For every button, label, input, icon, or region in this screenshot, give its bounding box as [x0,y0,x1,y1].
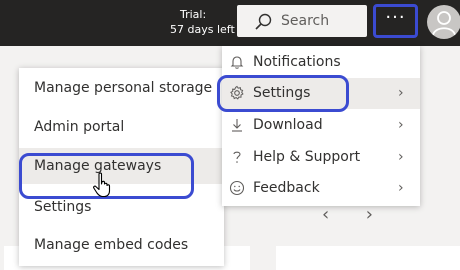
content-card[interactable] [276,246,460,270]
person-icon [432,11,456,36]
hand-cursor-icon [93,172,111,198]
question-icon [233,151,241,163]
download-icon [232,119,242,132]
menu-item-settings[interactable]: Settings › [222,78,420,109]
menu-item-download[interactable]: Download › [222,110,420,141]
menu-item-label: Manage personal storage [34,80,213,96]
trial-status[interactable]: Trial: 57 days left [170,7,235,37]
menu-item-label: Admin portal [34,119,125,135]
previous-arrow-icon[interactable]: ‹ [322,204,360,225]
menu-item-manage-embed-codes[interactable]: Manage embed codes [19,227,224,263]
search-icon [255,13,272,30]
menu-item-label: Settings [253,85,311,101]
top-bar: Trial: 57 days left Search ··· [0,0,460,46]
avatar[interactable] [427,5,460,39]
search-button[interactable]: Search [237,5,367,37]
smiley-icon [229,180,245,196]
menu-item-label: Settings [34,199,92,215]
menu-item-label: Notifications [253,54,341,70]
carousel-nav: ‹ › [322,204,404,225]
chevron-right-icon: › [398,180,404,196]
menu-item-feedback[interactable]: Feedback › [222,173,420,204]
menu-item-label: Feedback [253,180,320,196]
settings-submenu: Manage personal storage Admin portal Man… [19,68,224,266]
menu-item-manage-gateways[interactable]: Manage gateways [19,148,224,184]
bell-icon [230,56,244,69]
chevron-right-icon: › [398,117,404,133]
chevron-right-icon: › [398,149,404,165]
more-options-menu: Notifications Settings › Download › Help… [222,46,420,206]
chevron-right-icon: › [398,85,404,101]
next-arrow-icon[interactable]: › [366,204,404,225]
trial-days-left: 57 days left [170,23,235,36]
menu-item-label: Manage embed codes [34,237,189,253]
menu-item-label: Help & Support [253,149,361,165]
menu-item-notifications[interactable]: Notifications [222,47,420,78]
search-label: Search [281,13,330,29]
menu-item-label: Download [253,117,323,133]
menu-item-settings[interactable]: Settings [19,189,224,225]
more-options-button[interactable]: ··· [373,4,418,38]
menu-item-manage-personal-storage[interactable]: Manage personal storage [19,70,224,106]
menu-item-admin-portal[interactable]: Admin portal [19,109,224,145]
gear-icon [230,85,244,100]
menu-item-help-support[interactable]: Help & Support › [222,142,420,173]
trial-label: Trial: [180,8,207,21]
